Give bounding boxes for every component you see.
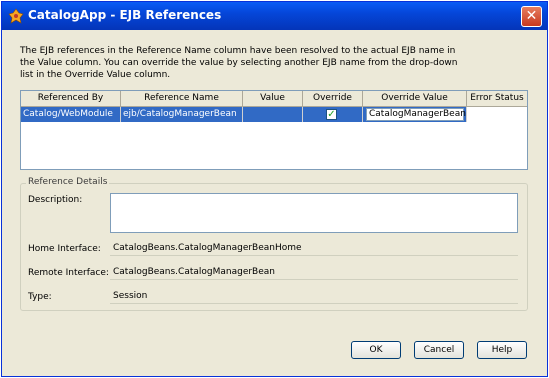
title-bar[interactable]: CatalogApp - EJB References ✕: [2, 2, 547, 30]
cell-override[interactable]: ✓: [303, 107, 363, 122]
column-header-value[interactable]: Value: [243, 91, 303, 107]
remote-interface-value: CatalogBeans.CatalogManagerBean: [110, 265, 518, 280]
remote-interface-label: Remote Interface:: [28, 268, 109, 278]
close-button[interactable]: ✕: [521, 6, 542, 27]
description-field[interactable]: [110, 193, 518, 233]
column-header-override[interactable]: Override: [303, 91, 363, 107]
type-label: Type:: [28, 292, 52, 302]
override-value-select[interactable]: CatalogManagerBean: [366, 108, 466, 121]
help-button[interactable]: Help: [477, 341, 527, 359]
description-text: The EJB references in the Reference Name…: [20, 46, 458, 80]
close-icon: ✕: [525, 8, 538, 24]
ejb-references-table[interactable]: Referenced By Reference Name Value Overr…: [20, 90, 528, 170]
cell-error-status[interactable]: [467, 107, 527, 122]
cell-override-value[interactable]: CatalogManagerBean: [363, 107, 467, 122]
override-checkbox[interactable]: ✓: [326, 109, 337, 120]
cell-value[interactable]: [243, 107, 303, 122]
home-interface-value: CatalogBeans.CatalogManagerBeanHome: [110, 241, 518, 256]
cell-referenced-by[interactable]: Catalog/WebModule: [21, 107, 121, 122]
column-header-reference-name[interactable]: Reference Name: [121, 91, 243, 107]
cell-reference-name[interactable]: ejb/CatalogManagerBean: [121, 107, 243, 122]
cancel-button[interactable]: Cancel: [414, 341, 464, 359]
column-header-error-status[interactable]: Error Status: [467, 91, 527, 107]
reference-details-legend: Reference Details: [26, 177, 110, 187]
window-title: CatalogApp - EJB References: [28, 8, 222, 22]
home-interface-label: Home Interface:: [28, 244, 101, 254]
ok-button[interactable]: OK: [351, 341, 401, 359]
app-icon: [8, 8, 24, 24]
type-value: Session: [110, 289, 518, 304]
column-header-referenced-by[interactable]: Referenced By: [21, 91, 121, 107]
column-header-override-value[interactable]: Override Value: [363, 91, 467, 107]
description-label: Description:: [28, 195, 83, 205]
table-row[interactable]: Catalog/WebModule ejb/CatalogManagerBean…: [21, 107, 527, 122]
